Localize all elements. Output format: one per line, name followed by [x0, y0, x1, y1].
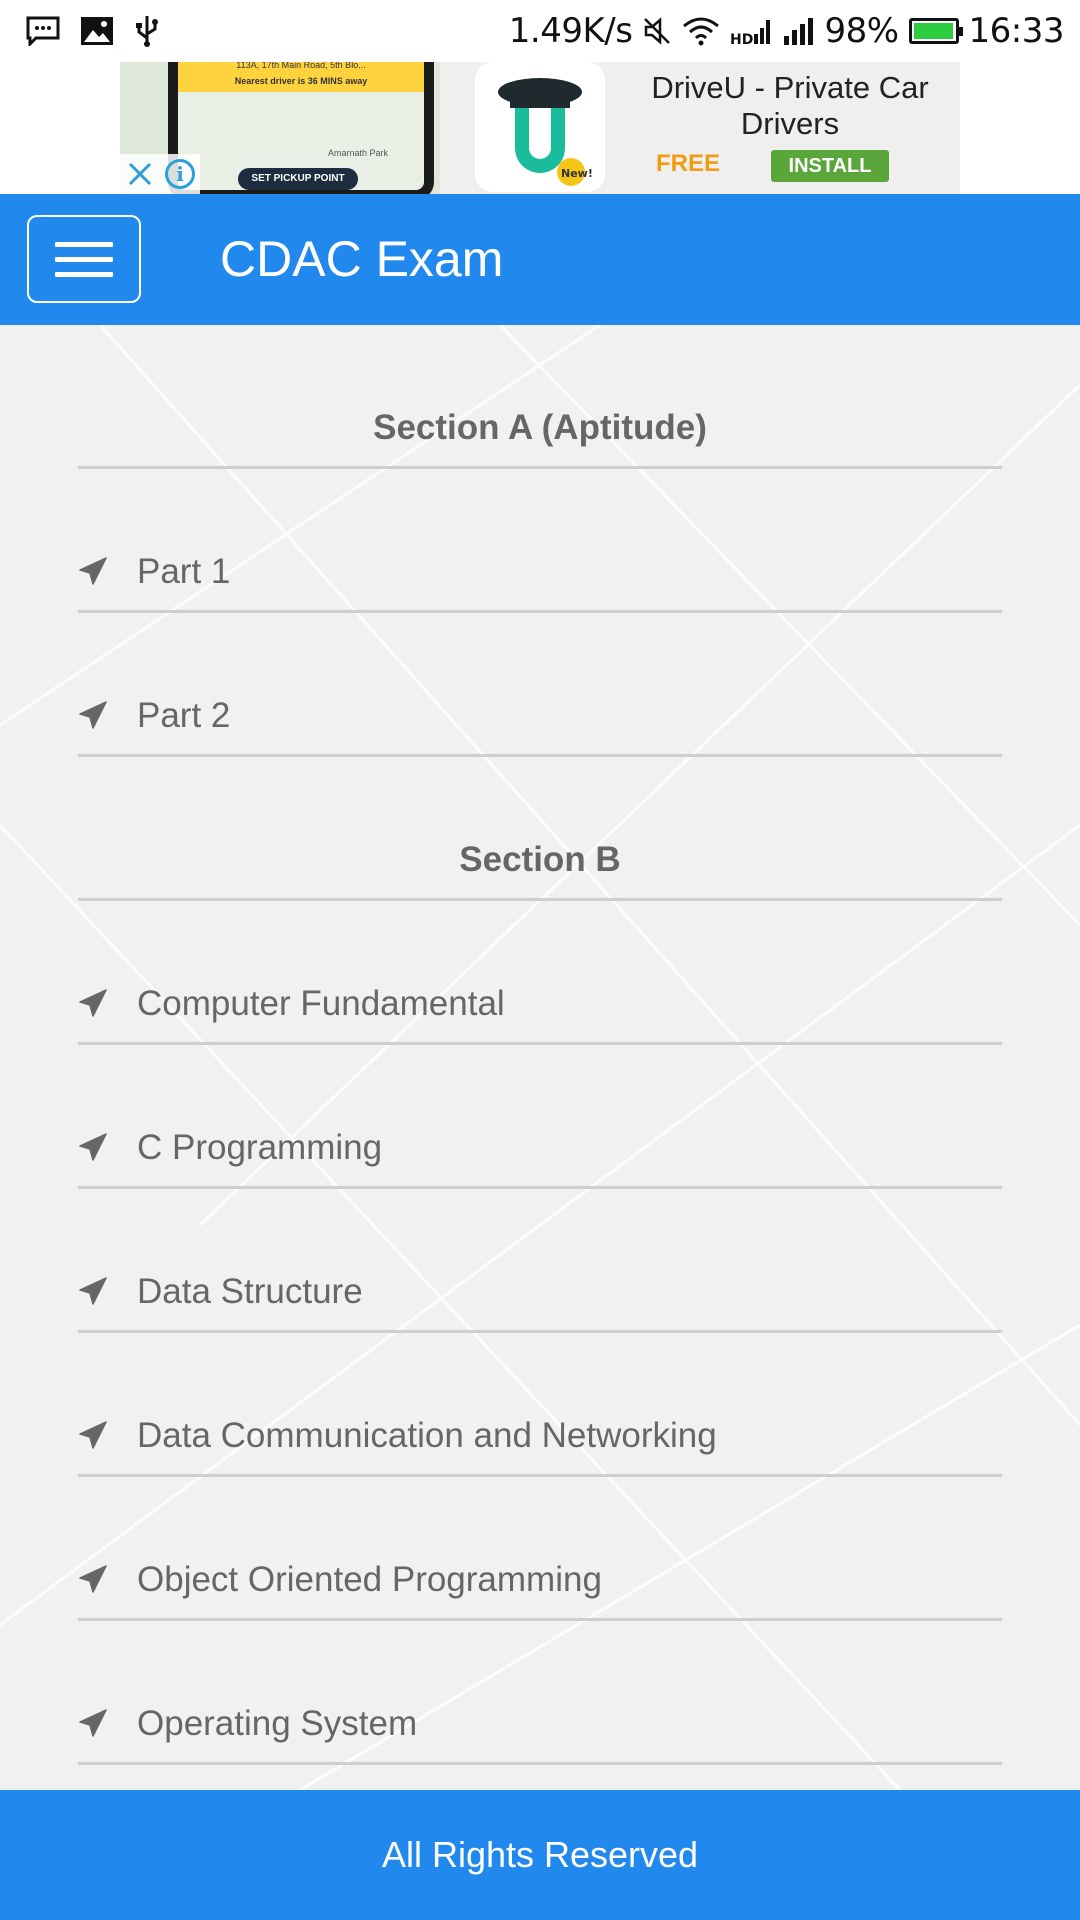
paper-plane-icon: [78, 556, 108, 586]
section-header: Section A (Aptitude): [78, 325, 1002, 469]
close-icon: [128, 162, 152, 186]
image-icon: [80, 16, 114, 46]
paper-plane-icon: [78, 1708, 108, 1738]
app-bar: CDAC Exam: [0, 194, 1080, 325]
ad-banner[interactable]: 113A, 17th Main Road, 5th Blo... Nearest…: [120, 62, 960, 194]
list-item-label: C Programming: [137, 1128, 383, 1167]
info-icon: i: [165, 159, 195, 189]
footer: All Rights Reserved: [0, 1790, 1080, 1920]
driveu-logo: New!: [475, 62, 605, 192]
battery-level-fill: [913, 23, 954, 39]
paper-plane-icon: [78, 1564, 108, 1594]
app-title: CDAC Exam: [220, 231, 504, 287]
list-item[interactable]: Object Oriented Programming: [78, 1477, 1002, 1621]
hamburger-menu-icon: [55, 241, 113, 247]
hamburger-line: [55, 271, 113, 277]
message-icon: [26, 16, 60, 46]
paper-plane-icon: [78, 1276, 108, 1306]
ad-free-label: FREE: [656, 150, 721, 177]
main-content: Section A (Aptitude) Part 1 Part 2 Section …: [0, 325, 1080, 1790]
ad-close-button[interactable]: [120, 154, 160, 194]
footer-text: All Rights Reserved: [381, 1834, 699, 1875]
list-item[interactable]: Operating System: [78, 1621, 1002, 1765]
list-item[interactable]: Data Communication and Networking: [78, 1333, 1002, 1477]
list-item-label: Data Structure: [137, 1272, 363, 1311]
list-item-label: Part 2: [137, 696, 231, 735]
ad-map-address: 113A, 17th Main Road, 5th Blo...: [236, 62, 366, 70]
hd-signal-icon: HD: [730, 16, 772, 46]
usb-icon: [134, 14, 160, 48]
list-item-label: Computer Fundamental: [137, 984, 505, 1023]
ad-phone-mockup: 113A, 17th Main Road, 5th Blo... Nearest…: [168, 62, 434, 194]
hamburger-line: [55, 256, 113, 262]
battery-percent: 98%: [824, 11, 899, 51]
list-item-label: Object Oriented Programming: [137, 1560, 602, 1599]
list-item[interactable]: C Programming: [78, 1045, 1002, 1189]
clock: 16:33: [968, 11, 1065, 51]
list-item-label: Data Communication and Networking: [137, 1416, 717, 1455]
ad-phone-header: 113A, 17th Main Road, 5th Blo... Nearest…: [178, 62, 424, 92]
ad-title: DriveU - Private Car Drivers: [651, 70, 929, 141]
battery-icon: [908, 18, 963, 44]
ad-pickup-pill: SET PICKUP POINT: [238, 168, 358, 190]
status-bar: 1.49K/s HD 98% 16:33: [0, 0, 1080, 62]
ad-new-badge: New!: [561, 167, 593, 180]
section-title: Section A (Aptitude): [373, 408, 707, 447]
ad-map-area: Amarnath Park: [328, 148, 389, 158]
mute-icon: [642, 16, 672, 46]
ad-map-notice: Nearest driver is 36 MINS away: [234, 76, 368, 86]
list-item[interactable]: Part 2: [78, 613, 1002, 757]
list-item-label: Part 1: [137, 552, 231, 591]
ad-install-button[interactable]: INSTALL: [771, 150, 889, 182]
svg-text:HD: HD: [730, 32, 753, 46]
list-item[interactable]: Part 1: [78, 469, 1002, 613]
paper-plane-icon: [78, 700, 108, 730]
signal-icon: [782, 16, 814, 46]
ad-info-button[interactable]: i: [160, 154, 200, 194]
section-header: Section B: [78, 757, 1002, 901]
paper-plane-icon: [78, 988, 108, 1018]
list-item-label: Operating System: [137, 1704, 418, 1743]
section-title: Section B: [459, 840, 621, 879]
hamburger-menu-button[interactable]: [27, 215, 141, 303]
wifi-icon: [682, 16, 720, 46]
paper-plane-icon: [78, 1420, 108, 1450]
network-speed: 1.49K/s: [508, 11, 633, 51]
section-list: Section A (Aptitude) Part 1 Part 2 Section …: [78, 325, 1002, 1765]
paper-plane-icon: [78, 1132, 108, 1162]
list-item[interactable]: Computer Fundamental: [78, 901, 1002, 1045]
ad-banner-container: 113A, 17th Main Road, 5th Blo... Nearest…: [0, 62, 1080, 194]
list-item[interactable]: Data Structure: [78, 1189, 1002, 1333]
